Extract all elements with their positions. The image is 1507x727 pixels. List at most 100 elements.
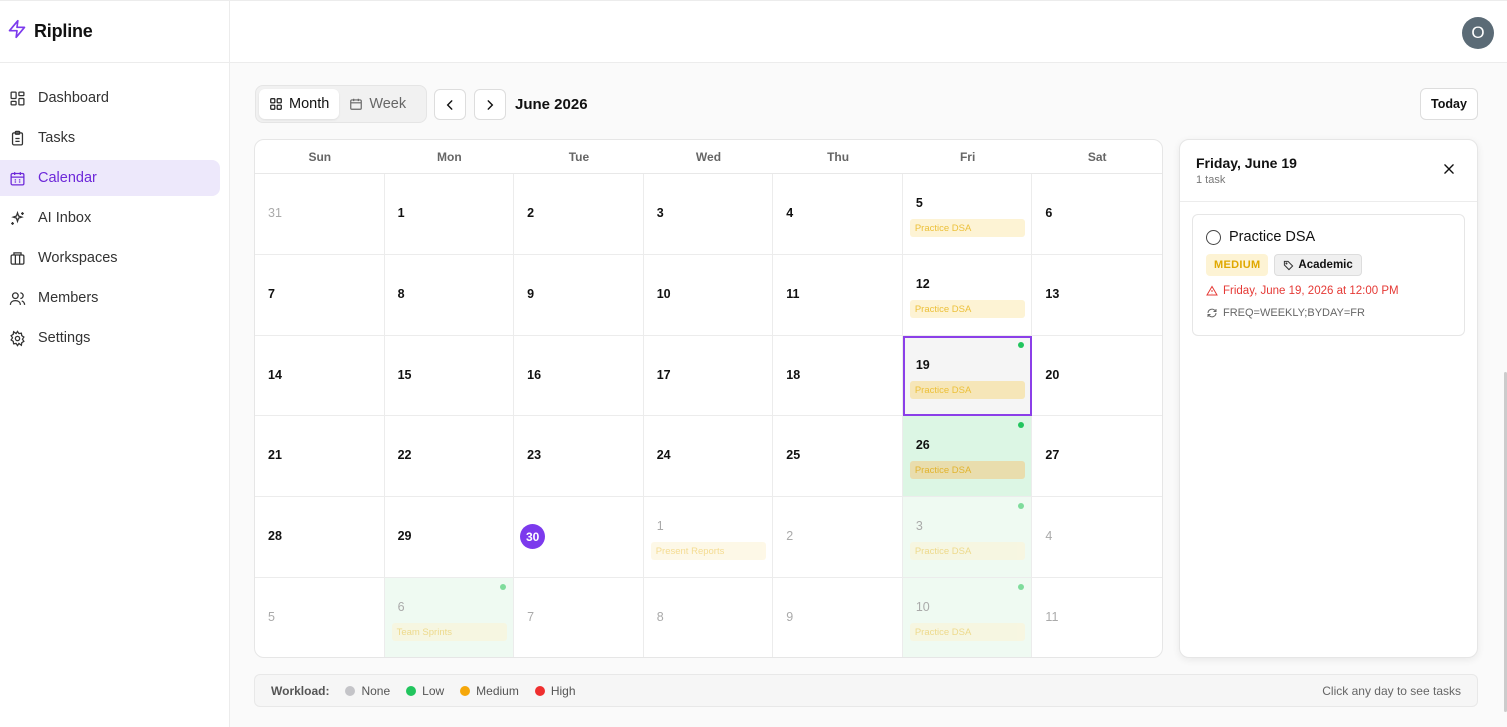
calendar-day[interactable]: 9 [514,254,644,336]
sidebar-item-label: Calendar [38,170,97,186]
day-number: 9 [527,286,535,301]
legend-item-label: High [550,683,576,698]
calendar-day[interactable]: 15 [384,335,515,417]
calendar-day[interactable]: 11 [1032,578,1162,657]
calendar-day[interactable]: 1 Present Reports [643,497,774,578]
day-number: 29 [397,529,412,544]
calendar-day[interactable]: 27 [1032,416,1162,498]
day-number: 27 [1045,448,1060,463]
calendar-days: 31 1 2 3 4 5 Practice DSA 6 7 8 9 10 11 12 Practice DS… [255,174,1162,657]
day-number: 4 [786,206,794,220]
sidebar-item-label: Dashboard [38,90,109,106]
calendar-day[interactable]: 17 [643,335,774,417]
task-chip[interactable]: Practice DSA [909,219,1026,237]
calendar-day[interactable]: 3 [643,174,774,255]
calendar-day[interactable]: 7 [255,254,385,336]
calendar-day[interactable]: 29 [384,497,515,578]
calendar-day[interactable]: 8 [384,254,515,336]
sidebar-item-ai-inbox[interactable]: AI Inbox [0,200,220,236]
prev-month-button[interactable] [434,89,466,120]
calendar-day[interactable]: 10 Practice DSA [902,577,1033,657]
calendar-day[interactable]: 26 Practice DSA [902,416,1033,498]
top-header: O [230,0,1507,63]
calendar-day[interactable]: 2 [773,497,903,578]
calendar-day[interactable]: 10 [643,254,774,336]
legend-item: Low [406,684,444,698]
day-number: 7 [527,609,535,624]
day-number: 2 [527,206,535,220]
calendar-day[interactable]: 5 [255,577,385,657]
calendar-day[interactable]: 9 [773,577,903,657]
day-detail-panel: Friday, June 19 1 task Practice DSA MEDI… [1179,139,1478,658]
legend-swatch [345,685,356,696]
sidebar-item-workspaces[interactable]: Workspaces [0,240,220,276]
task-complete-radio[interactable] [1206,229,1221,245]
calendar-day[interactable]: 6 [1032,174,1162,255]
settings-icon [10,329,25,347]
calendar-day[interactable]: 7 [514,577,644,657]
calendar-day[interactable]: 19 Practice DSA [902,335,1033,417]
calendar-day[interactable]: 28 [255,497,385,578]
panel-task-count: 1 task [1196,174,1226,186]
sidebar-item-label: Members [38,290,99,306]
task-chip[interactable]: Practice DSA [909,461,1026,480]
calendar-day[interactable]: 6 Team Sprints [384,577,515,657]
brand[interactable]: Ripline [0,1,229,63]
calendar-day[interactable]: 23 [514,416,644,498]
repeat-icon [1207,308,1217,318]
calendar-day[interactable]: 25 [773,416,903,498]
task-chip[interactable]: Practice DSA [909,542,1026,561]
task-chip[interactable]: Practice DSA [909,380,1026,399]
day-number: 5 [915,196,923,210]
calendar-day[interactable]: 22 [384,416,515,498]
calendar-day[interactable]: 5 Practice DSA [902,174,1033,255]
next-month-button[interactable] [474,89,506,120]
week-view-button[interactable]: Week [339,89,416,119]
calendar-day[interactable]: 21 [255,416,385,498]
sidebar-item-label: Tasks [38,130,76,146]
week-view-label: Week [369,96,407,112]
calendar-day[interactable]: 16 [514,335,644,417]
month-title: June 2026 [515,96,588,113]
calendar-day[interactable]: 13 [1032,255,1162,336]
sidebar-item-calendar[interactable]: Calendar [0,160,220,196]
calendar-day[interactable]: 4 [773,174,903,255]
calendar-day[interactable]: 18 [773,335,903,417]
task-chip[interactable]: Practice DSA [909,299,1026,318]
sidebar: Ripline Dashboard Tasks Calendar AI Inbo… [0,0,230,727]
task-card[interactable]: Practice DSA MEDIUM Academic Friday, Jun… [1192,214,1465,336]
task-chip[interactable]: Present Reports [650,542,767,561]
workload-dot [1018,341,1025,348]
day-number: 11 [1045,609,1059,624]
avatar[interactable]: O [1462,17,1494,49]
month-view-button[interactable]: Month [259,89,340,119]
calendar-day[interactable]: 14 [255,335,385,417]
legend-item: High [534,683,576,698]
calendar-day[interactable]: 12 Practice DSA [902,254,1033,336]
task-chip[interactable]: Practice DSA [909,622,1026,641]
sidebar-item-settings[interactable]: Settings [0,320,220,356]
today-button[interactable]: Today [1420,88,1478,120]
calendar-day[interactable]: 4 [1032,497,1162,578]
calendar-day[interactable]: 1 [384,174,515,255]
calendar-day[interactable]: 11 [773,254,903,336]
day-number: 12 [915,276,930,291]
day-number: 16 [527,367,542,382]
calendar-day[interactable]: 31 [255,174,385,255]
day-number: 20 [1045,367,1060,382]
calendar-day[interactable]: 30 [514,497,644,578]
sidebar-item-dashboard[interactable]: Dashboard [0,80,220,116]
calendar-day[interactable]: 8 [644,577,774,657]
task-chip[interactable]: Team Sprints [391,622,508,641]
calendar-day[interactable]: 2 [514,174,644,255]
sidebar-item-members[interactable]: Members [0,280,220,316]
calendar-icon [350,98,363,110]
day-number: 19 [915,357,930,372]
calendar-day[interactable]: 20 [1032,336,1162,417]
calendar-day[interactable]: 3 Practice DSA [902,497,1033,578]
members-icon [9,291,26,305]
sidebar-item-tasks[interactable]: Tasks [0,120,220,156]
legend-item: Medium [460,684,519,698]
calendar-day[interactable]: 24 [643,416,774,498]
close-icon[interactable] [1442,162,1456,176]
